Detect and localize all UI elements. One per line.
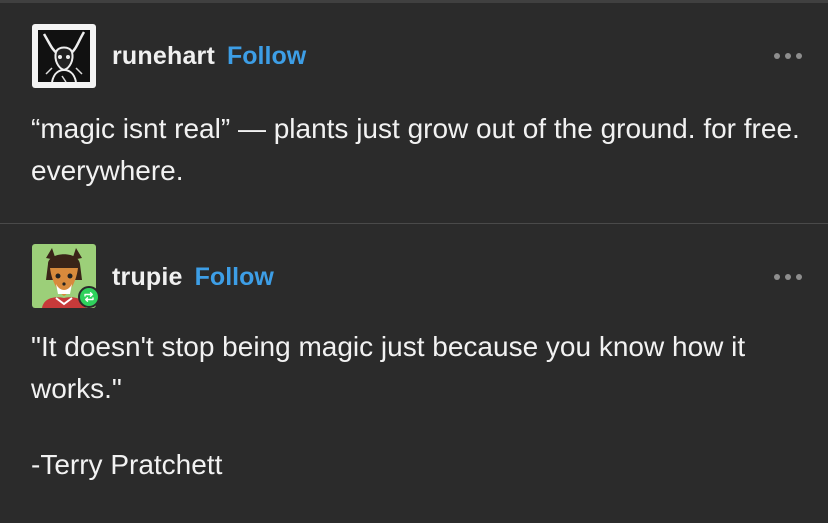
- username[interactable]: runehart: [112, 42, 215, 71]
- post-runehart: runehart Follow “magic isnt real” — plan…: [0, 3, 828, 223]
- post-attribution: -Terry Pratchett: [31, 449, 223, 480]
- post-header: runehart Follow: [112, 41, 306, 71]
- post-header: trupie Follow: [112, 262, 274, 292]
- username[interactable]: trupie: [112, 263, 183, 292]
- post-text: "It doesn't stop being magic just becaus…: [31, 331, 746, 404]
- follow-button[interactable]: Follow: [227, 42, 306, 71]
- ellipsis-icon[interactable]: [774, 53, 802, 59]
- sketch-creature-avatar-icon: [32, 24, 96, 88]
- post-text: “magic isnt real” — plants just grow out…: [31, 113, 800, 186]
- avatar[interactable]: [32, 244, 100, 308]
- reblog-icon: [78, 286, 100, 308]
- avatar[interactable]: [32, 24, 96, 88]
- post-trupie: trupie Follow "It doesn't stop being mag…: [0, 224, 828, 523]
- follow-button[interactable]: Follow: [195, 263, 274, 292]
- ellipsis-icon[interactable]: [774, 274, 802, 280]
